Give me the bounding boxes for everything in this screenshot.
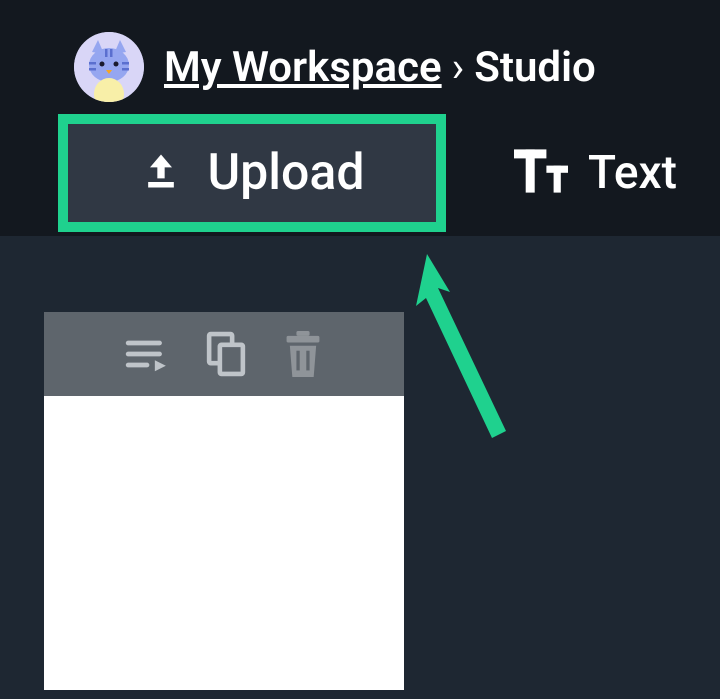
app-header: My Workspace › Studio Upload (0, 0, 720, 236)
text-label: Text (588, 146, 677, 200)
canvas-area (0, 236, 720, 690)
queue-icon[interactable] (125, 334, 169, 374)
main-toolbar: Upload Text (0, 102, 720, 232)
text-button[interactable]: Text (504, 146, 677, 200)
copy-icon[interactable] (205, 331, 247, 377)
upload-label: Upload (207, 144, 364, 202)
text-format-icon (514, 149, 568, 197)
breadcrumb-workspace-link[interactable]: My Workspace (164, 43, 442, 92)
item-card[interactable] (44, 312, 404, 690)
trash-icon[interactable] (283, 331, 323, 377)
breadcrumb-separator: › (452, 43, 465, 92)
item-content[interactable] (44, 396, 404, 690)
upload-button[interactable]: Upload (58, 114, 446, 232)
upload-icon (139, 149, 183, 197)
breadcrumb: My Workspace › Studio (0, 0, 720, 102)
item-toolbar (44, 312, 404, 396)
breadcrumb-current: Studio (474, 43, 596, 92)
avatar[interactable] (74, 32, 144, 102)
